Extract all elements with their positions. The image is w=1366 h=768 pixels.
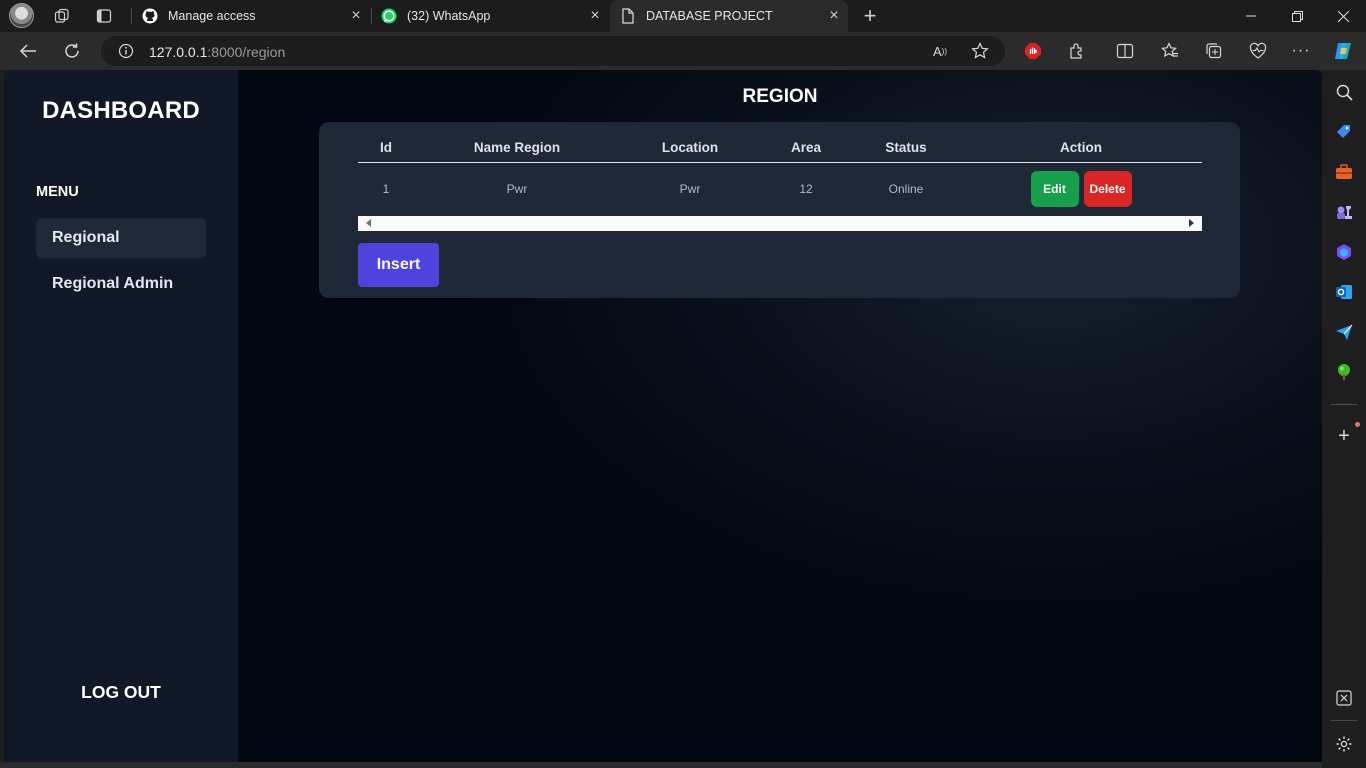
add-sidebar-app-icon[interactable]: + [1334,425,1354,447]
scroll-right-arrow-icon[interactable] [1189,219,1194,227]
extensions-icon[interactable] [1065,39,1089,63]
profile-avatar[interactable] [9,3,34,28]
close-window-icon[interactable] [1320,0,1366,32]
more-options-icon[interactable]: ··· [1289,39,1313,63]
new-tab-icon[interactable]: + [858,3,882,28]
cell-area: 12 [799,182,813,197]
screenshot-tool-icon[interactable] [1334,688,1354,708]
tab-manage-access[interactable]: Manage access × [134,0,370,32]
favorite-star-icon[interactable] [968,39,992,63]
favorites-icon[interactable] [1158,39,1182,63]
edge-sidebar: + [1322,70,1366,768]
url-text: 127.0.0.1:8000/region [149,44,286,60]
logout-link[interactable]: LOG OUT [4,682,238,703]
column-header-location: Location [620,134,760,163]
browser-toolbar: 127.0.0.1:8000/region A)) ··· [0,32,1366,70]
back-icon[interactable] [16,39,40,63]
scroll-left-arrow-icon[interactable] [366,219,371,227]
browser-essentials-icon[interactable] [1246,39,1270,63]
status-strip [0,762,1322,768]
tab-title: Manage access [168,9,256,23]
page-viewport: DASHBOARD MENU Regional Regional Admin L… [4,70,1322,762]
cell-action: Edit Delete [960,162,1202,216]
refresh-icon[interactable] [60,39,84,63]
cell-status: Online [888,182,924,197]
menu-heading: MENU [36,184,79,200]
page-title: REGION [742,86,818,107]
send-icon[interactable] [1334,322,1354,342]
tools-briefcase-icon[interactable] [1334,162,1354,182]
collections-icon[interactable] [1202,39,1226,63]
split-screen-icon[interactable] [1113,39,1137,63]
tab-database-project[interactable]: DATABASE PROJECT × [610,0,848,32]
region-card: Id Name Region Location Area Status Acti… [319,122,1240,298]
page-icon [620,8,636,24]
minimize-icon[interactable] [1228,0,1274,32]
settings-gear-icon[interactable] [1334,734,1354,754]
insert-button[interactable]: Insert [358,243,439,287]
tab-title: DATABASE PROJECT [646,9,773,23]
search-icon[interactable] [1334,82,1354,102]
workspaces-icon[interactable] [50,4,74,28]
horizontal-scrollbar[interactable] [358,216,1202,231]
sidebar: DASHBOARD MENU Regional Regional Admin L… [4,70,238,762]
tab-actions-icon[interactable] [92,4,116,28]
cell-name-region: Pwr [506,182,528,197]
dashboard-title: DASHBOARD [42,97,200,124]
delete-button[interactable]: Delete [1083,171,1132,208]
column-header-id: Id [358,134,414,163]
column-header-action: Action [960,134,1202,163]
notification-dot [1355,422,1360,427]
copilot-icon[interactable] [1331,39,1355,63]
browser-tab-bar: Manage access × (32) WhatsApp × DATABASE… [0,0,1366,32]
outlook-icon[interactable] [1334,282,1354,302]
region-table: Id Name Region Location Area Status Acti… [358,134,1202,216]
games-icon[interactable] [1334,202,1354,222]
cell-location: Pwr [679,182,701,197]
restore-icon[interactable] [1274,0,1320,32]
edit-button[interactable]: Edit [1030,171,1079,208]
sidebar-item-regional-admin[interactable]: Regional Admin [36,264,206,304]
close-tab-icon[interactable]: × [348,8,364,24]
read-aloud-icon[interactable]: A)) [928,39,952,63]
microsoft-365-icon[interactable] [1334,242,1354,262]
close-tab-icon[interactable]: × [826,8,842,24]
tab-title: (32) WhatsApp [407,9,491,23]
adblock-extension-icon[interactable] [1021,39,1045,63]
column-header-status: Status [852,134,960,163]
cell-id: 1 [382,182,390,197]
table-header-row: Id Name Region Location Area Status Acti… [358,134,1202,163]
sidebar-item-regional[interactable]: Regional [36,218,206,258]
site-info-icon[interactable] [114,39,138,63]
column-header-name-region: Name Region [414,134,620,163]
close-tab-icon[interactable]: × [587,8,603,24]
address-bar[interactable]: 127.0.0.1:8000/region A)) [101,36,1005,66]
column-header-area: Area [760,134,852,163]
shopping-tag-icon[interactable] [1334,122,1354,142]
table-row: 1 Pwr Pwr 12 Online Edit Delete [358,162,1202,216]
github-icon [142,8,158,24]
tree-icon[interactable] [1334,362,1354,382]
tab-whatsapp[interactable]: (32) WhatsApp × [373,0,609,32]
whatsapp-icon [381,8,397,24]
